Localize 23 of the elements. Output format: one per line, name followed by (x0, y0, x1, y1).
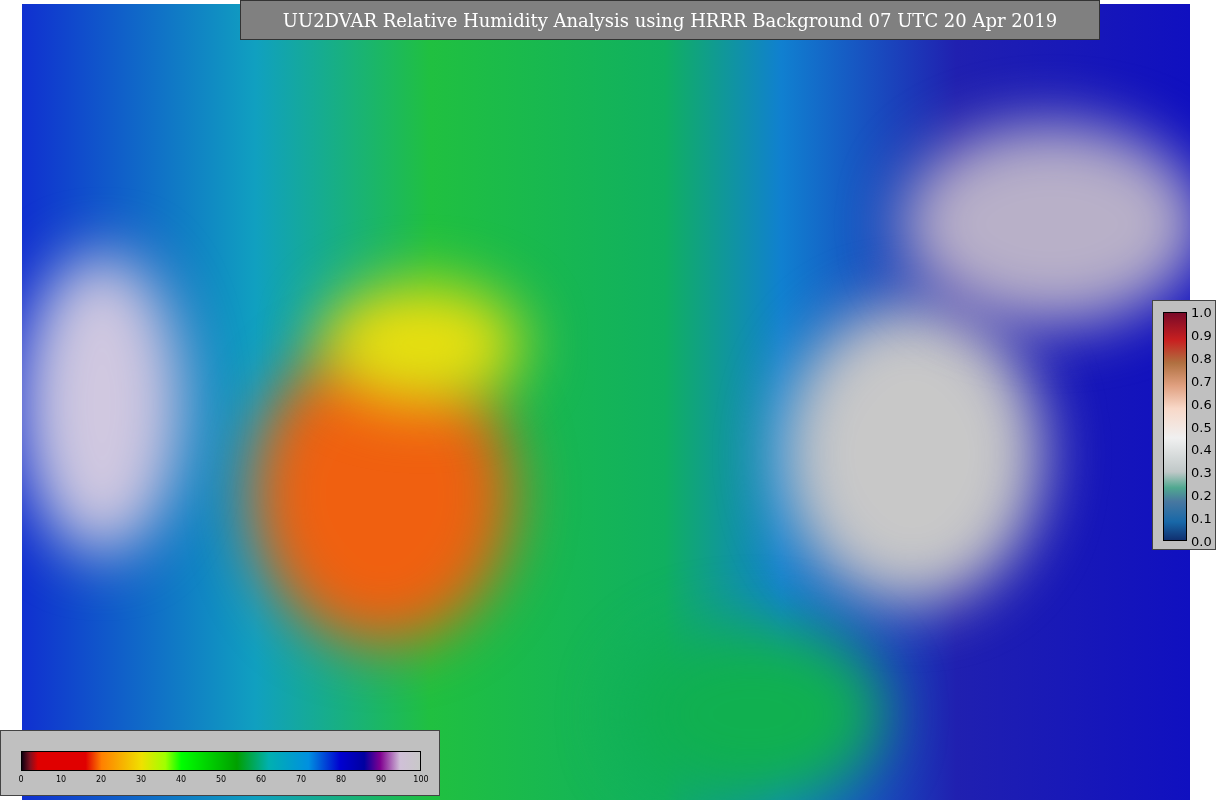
scale-label: 0.1 (1191, 510, 1212, 526)
scale-label: 30 (135, 775, 147, 784)
scale-label: 0.0 (1191, 533, 1212, 549)
scale-label: 60 (255, 775, 267, 784)
map-title: UU2DVAR Relative Humidity Analysis using HRRR Background 07 UTC 20 Apr 2019 (240, 0, 1100, 40)
scale-label: 0.5 (1191, 419, 1212, 434)
scale-label: 50 (215, 775, 227, 784)
scale-label: 1.0 (1191, 304, 1212, 320)
scale-label: 0.6 (1191, 396, 1212, 412)
scale-label: 10 (55, 775, 67, 784)
scale-label: 0.8 (1191, 350, 1212, 366)
scale-label: 0.3 (1191, 464, 1212, 480)
scale-label: 80 (335, 775, 347, 784)
scale-label: 0.2 (1191, 487, 1212, 503)
scale-label: 90 (375, 775, 387, 784)
scale-label: 70 (295, 775, 307, 784)
scale-label: 20 (95, 775, 107, 784)
scale-label: 100 (413, 775, 429, 784)
scale-label: 0 (18, 775, 24, 784)
scale-label: 40 (175, 775, 187, 784)
scale-label: 0.9 (1191, 327, 1212, 343)
scale-label: 0.7 (1191, 373, 1212, 389)
scale-label: 0.4 (1191, 441, 1212, 457)
